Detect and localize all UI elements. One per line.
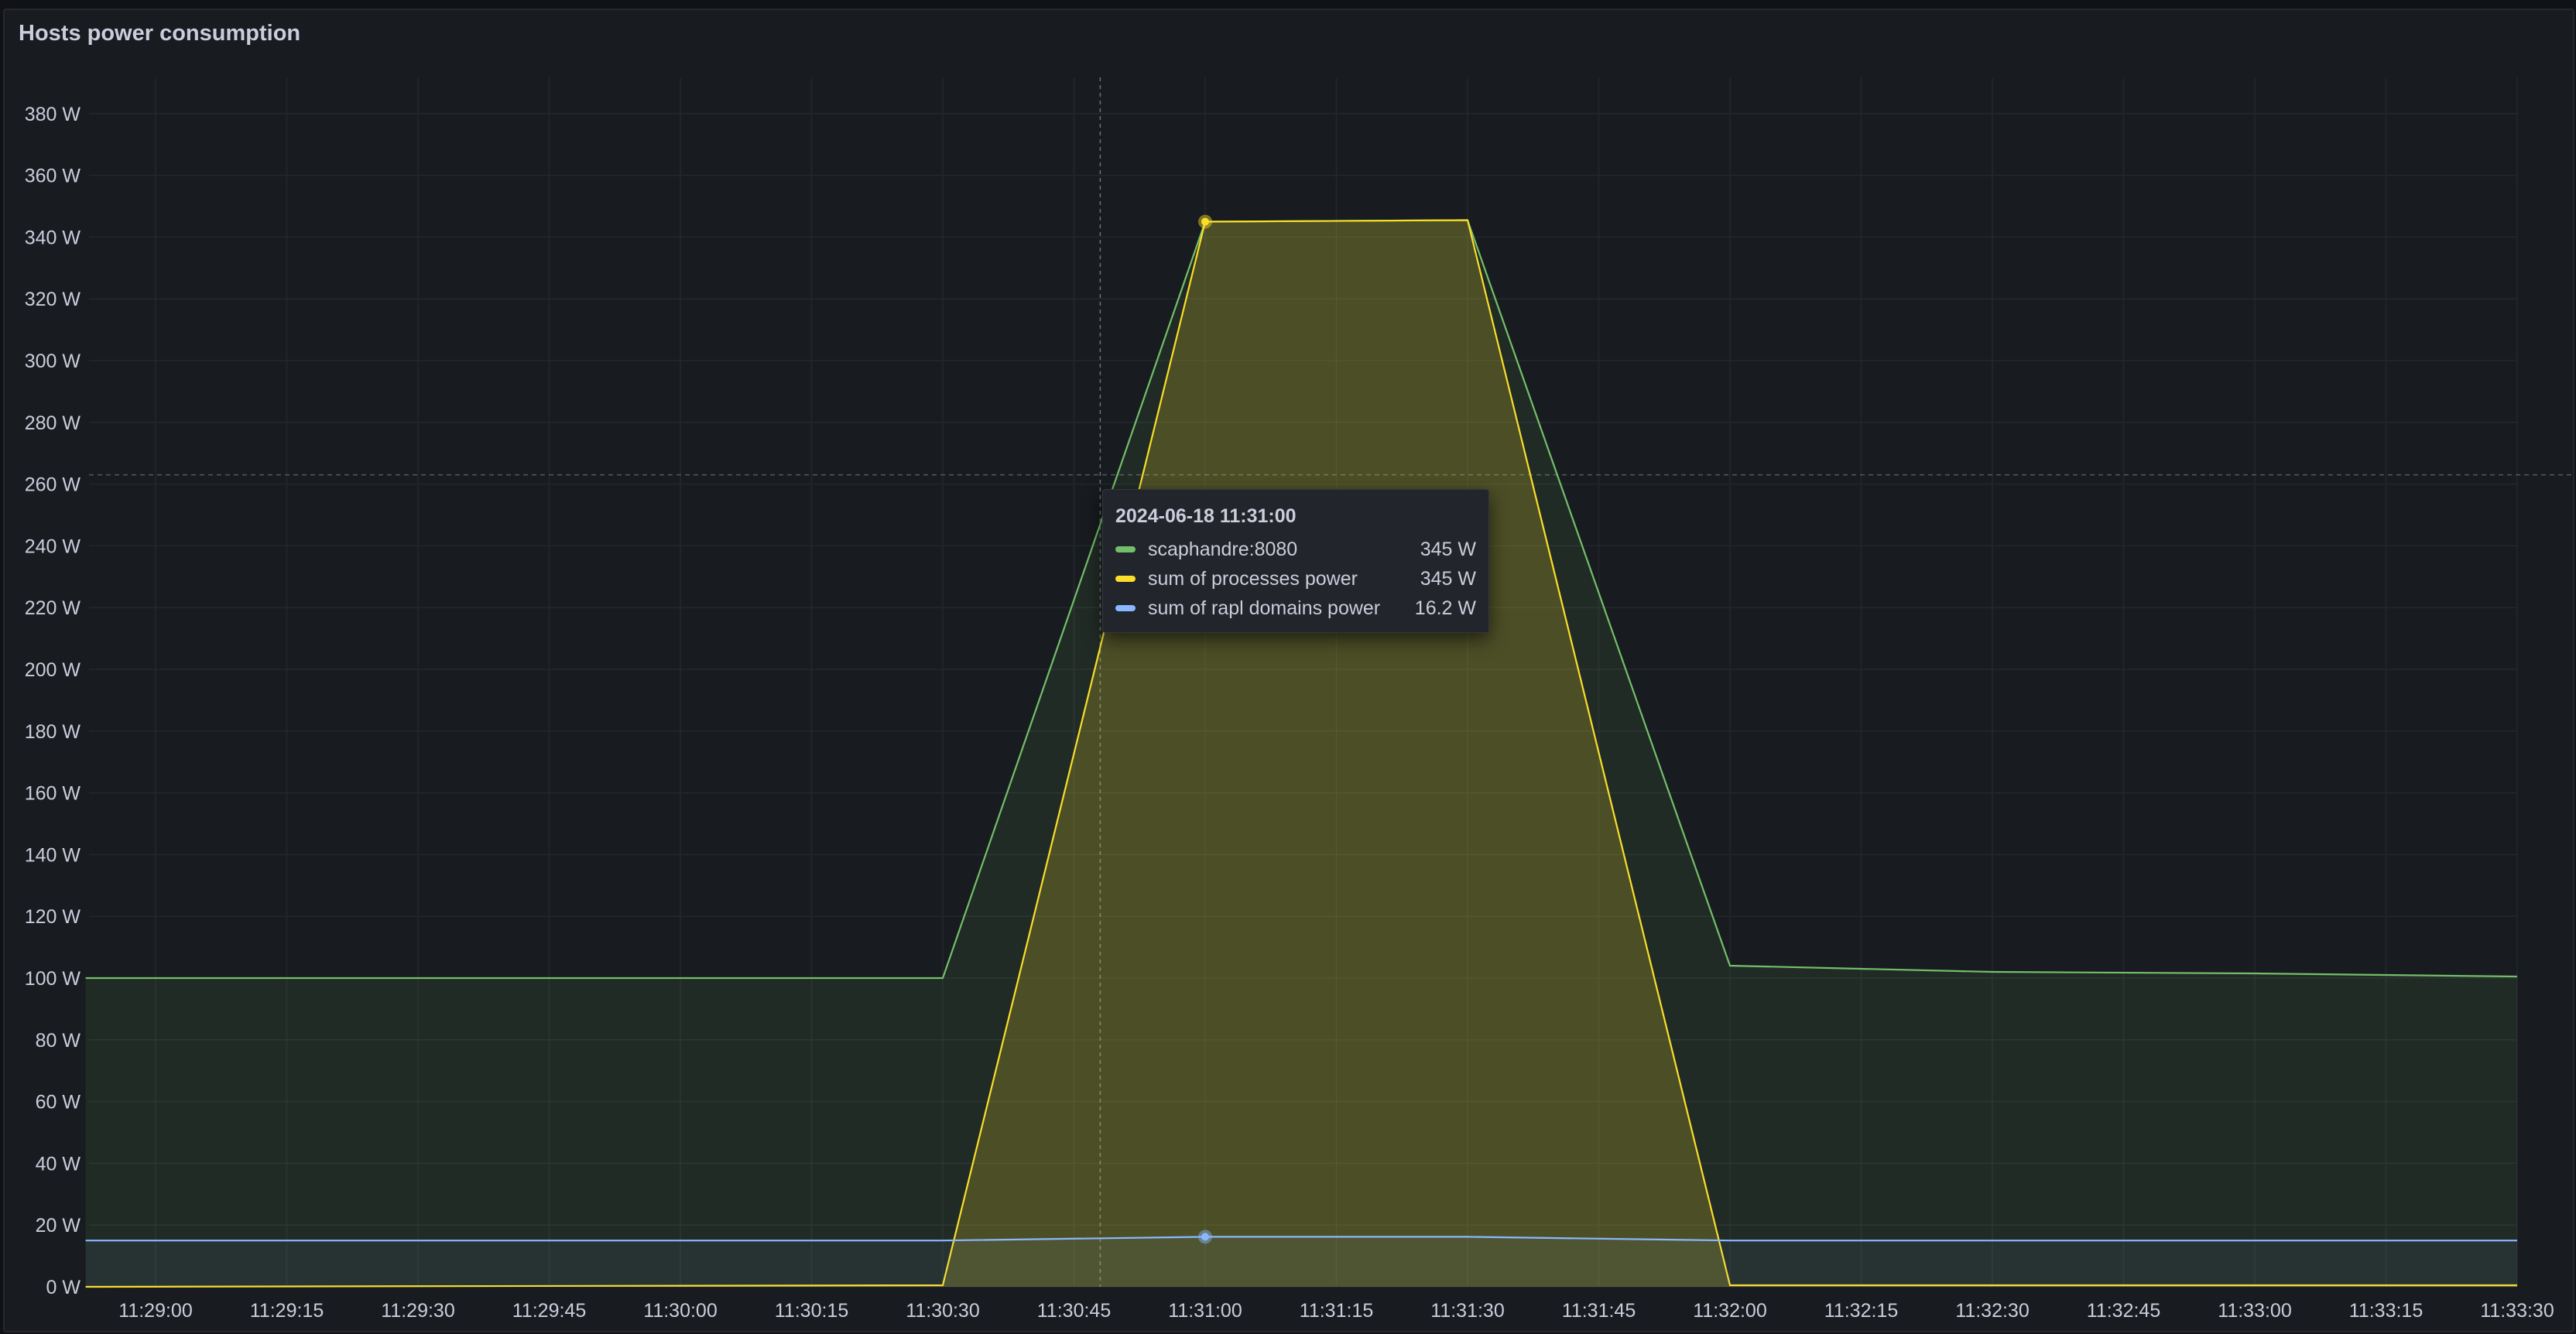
hover-point xyxy=(1201,217,1209,226)
x-tick-label: 11:32:30 xyxy=(1955,1300,2029,1322)
x-tick-label: 11:32:15 xyxy=(1824,1300,1898,1322)
x-tick-label: 11:32:45 xyxy=(2087,1300,2160,1322)
y-tick-label: 20 W xyxy=(36,1215,81,1237)
y-tick-label: 40 W xyxy=(36,1153,81,1175)
y-tick-label: 380 W xyxy=(25,104,81,125)
y-tick-label: 0 W xyxy=(46,1277,81,1298)
x-tick-label: 11:29:00 xyxy=(118,1300,192,1322)
y-tick-label: 280 W xyxy=(25,412,81,434)
tooltip-series-name: sum of processes power xyxy=(1148,567,1358,590)
hover-point xyxy=(1201,1233,1209,1241)
tooltip-series-name: sum of rapl domains power xyxy=(1148,597,1381,619)
x-tick-label: 11:31:00 xyxy=(1168,1300,1242,1322)
x-tick-label: 11:29:30 xyxy=(381,1300,454,1322)
x-tick-label: 11:31:30 xyxy=(1430,1300,1504,1322)
series-area xyxy=(85,1237,2517,1287)
tooltip-series-value: 345 W xyxy=(1420,567,1476,590)
tooltip-series-value: 16.2 W xyxy=(1414,597,1476,619)
tooltip-series-value: 345 W xyxy=(1420,538,1476,560)
x-tick-label: 11:29:45 xyxy=(512,1300,586,1322)
x-tick-label: 11:31:45 xyxy=(1562,1300,1636,1322)
x-tick-label: 11:29:15 xyxy=(250,1300,324,1322)
y-tick-label: 320 W xyxy=(25,289,81,310)
series-swatch xyxy=(1115,605,1136,611)
x-tick-label: 11:30:30 xyxy=(906,1300,979,1322)
series-swatch xyxy=(1115,576,1136,582)
tooltip-time: 2024-06-18 11:31:00 xyxy=(1115,505,1297,527)
y-tick-label: 300 W xyxy=(25,351,81,372)
x-tick-label: 11:33:15 xyxy=(2349,1300,2423,1322)
power-chart[interactable]: 0 W 20 W 40 W 60 W 80 W 100 W 120 W 140 W 160 W 1… xyxy=(0,0,2576,1334)
series-swatch xyxy=(1115,546,1136,552)
x-tick-label: 11:30:00 xyxy=(643,1300,717,1322)
tooltip-row: scaphandre:8080 345 W xyxy=(1115,535,1476,564)
y-tick-label: 140 W xyxy=(25,844,81,866)
y-tick-label: 120 W xyxy=(25,906,81,928)
x-tick-label: 11:33:00 xyxy=(2218,1300,2291,1322)
hover-tooltip: 2024-06-18 11:31:00 scaphandre:8080 345 … xyxy=(1102,489,1489,633)
x-tick-label: 11:33:30 xyxy=(2480,1300,2554,1322)
y-tick-label: 100 W xyxy=(25,968,81,990)
y-tick-label: 180 W xyxy=(25,721,81,743)
y-tick-label: 260 W xyxy=(25,474,81,496)
y-tick-label: 360 W xyxy=(25,166,81,187)
x-tick-label: 11:31:15 xyxy=(1300,1300,1373,1322)
y-tick-label: 220 W xyxy=(25,597,81,619)
y-tick-label: 80 W xyxy=(36,1030,81,1052)
tooltip-row: sum of processes power 345 W xyxy=(1115,564,1476,593)
y-tick-label: 60 W xyxy=(36,1092,81,1113)
y-tick-label: 240 W xyxy=(25,535,81,557)
x-tick-label: 11:30:45 xyxy=(1037,1300,1111,1322)
x-tick-label: 11:32:00 xyxy=(1693,1300,1766,1322)
tooltip-series-name: scaphandre:8080 xyxy=(1148,538,1298,560)
y-tick-label: 160 W xyxy=(25,783,81,805)
x-tick-label: 11:30:15 xyxy=(775,1300,848,1322)
y-tick-label: 200 W xyxy=(25,659,81,681)
tooltip-row: sum of rapl domains power 16.2 W xyxy=(1115,593,1476,623)
y-tick-label: 340 W xyxy=(25,227,81,248)
